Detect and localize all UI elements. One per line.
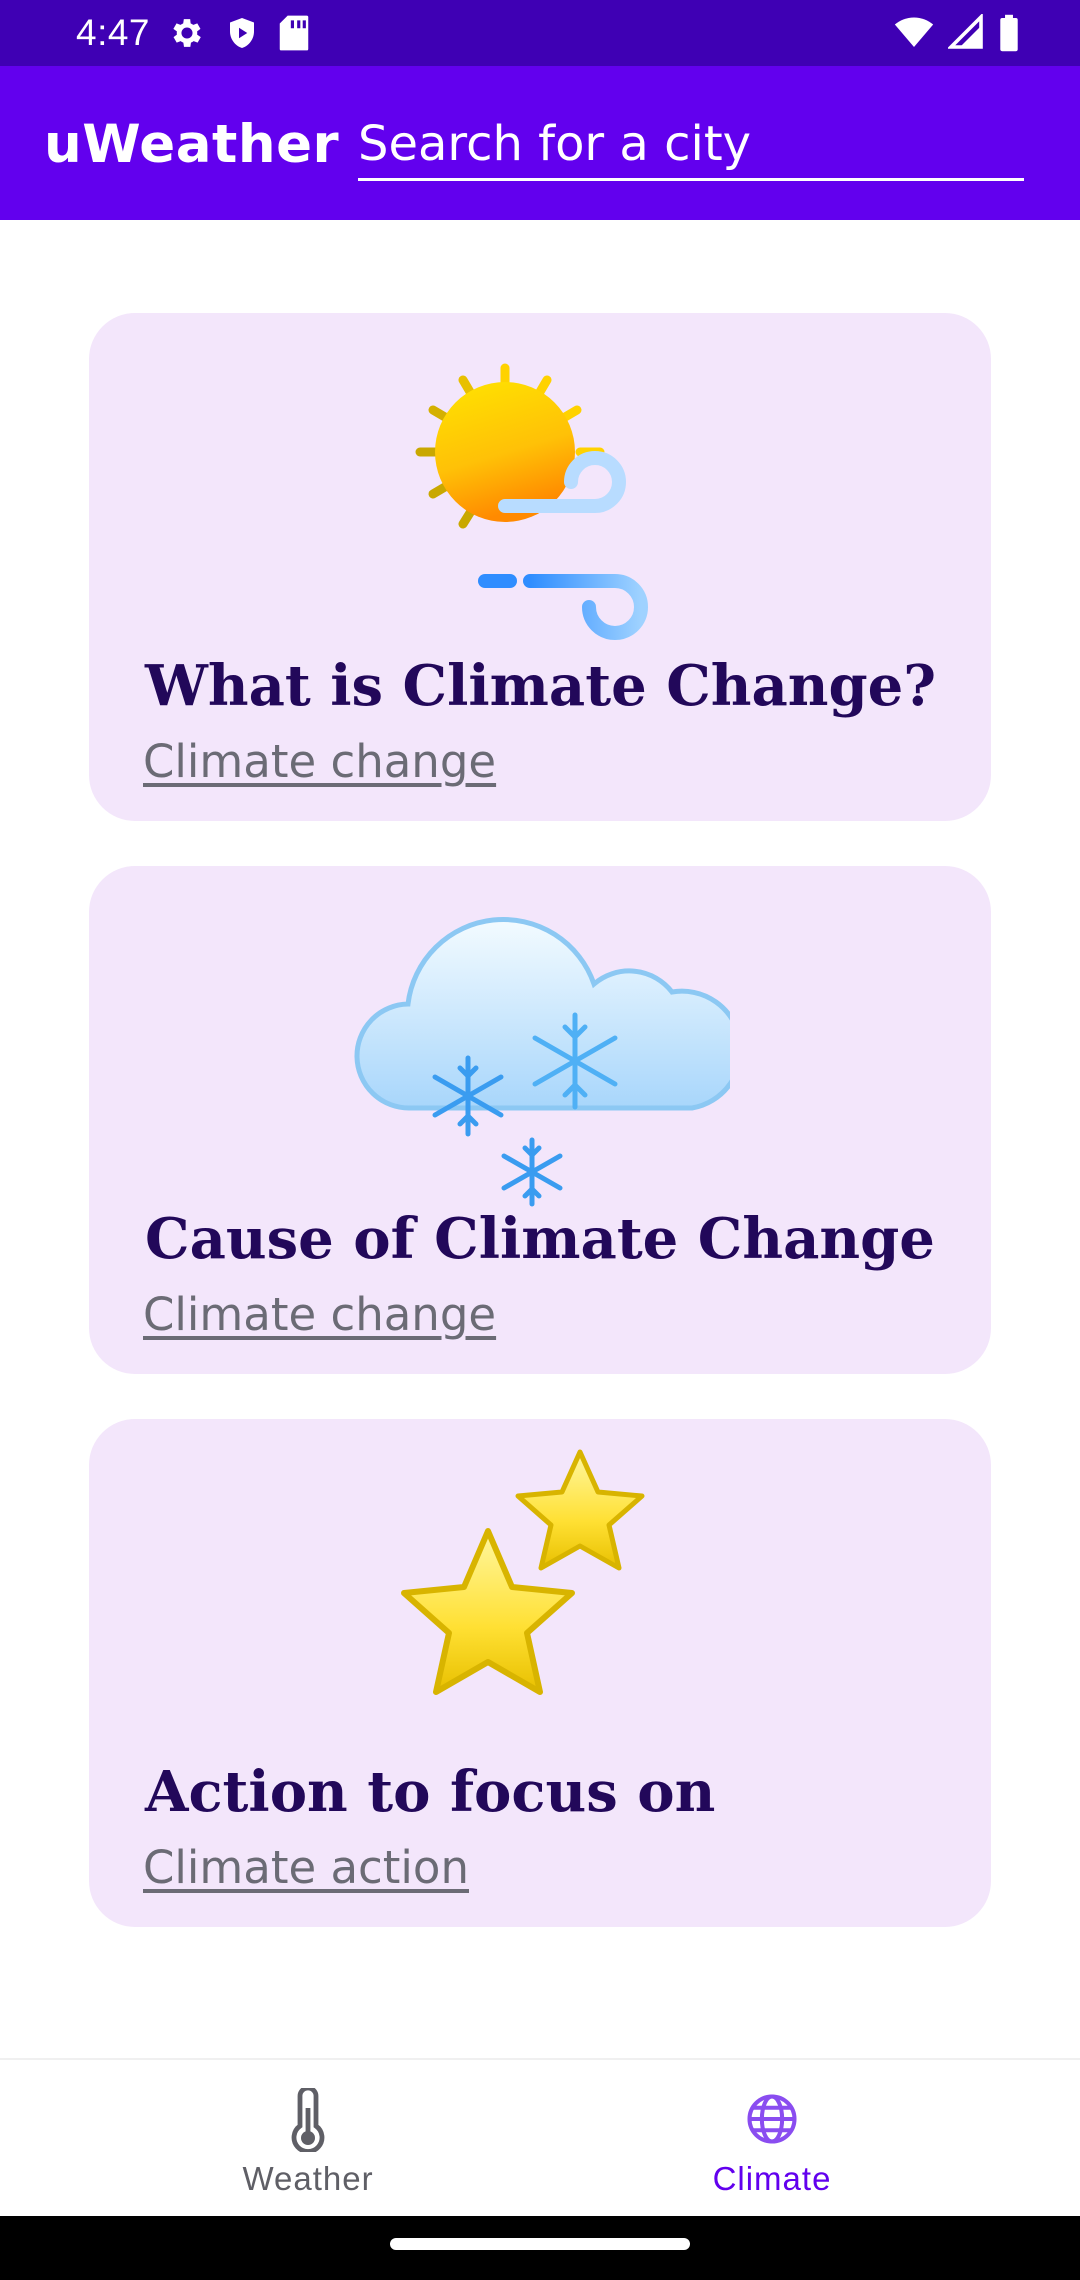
nav-label-climate: Climate — [712, 2160, 832, 2197]
gear-icon — [173, 19, 201, 47]
signal-icon — [948, 14, 983, 49]
globe-icon — [747, 2094, 797, 2144]
card-link[interactable]: Climate change — [143, 1288, 496, 1341]
nav-item-weather[interactable]: Weather — [38, 2060, 578, 2218]
thermometer-icon — [291, 2088, 325, 2152]
card-title: Action to focus on — [145, 1759, 716, 1825]
gesture-navigation-bar — [0, 2216, 1080, 2280]
sd-card-icon — [279, 15, 309, 51]
home-gesture-handle[interactable] — [390, 2238, 690, 2250]
wifi-icon — [894, 17, 934, 47]
card-cause-of-climate-change[interactable]: Cause of Climate Change Climate change — [89, 866, 991, 1374]
status-bar: 4:47 — [0, 0, 1080, 66]
card-art — [89, 1447, 991, 1737]
shield-play-icon — [230, 18, 254, 48]
status-icons-right — [894, 14, 1020, 52]
card-art — [89, 363, 991, 663]
sun-wind-icon — [415, 363, 652, 640]
card-art — [89, 896, 991, 1216]
nav-icon-wrap — [502, 2092, 1042, 2146]
card-what-is-climate-change[interactable]: What is Climate Change? Climate change — [89, 313, 991, 821]
city-search-input[interactable] — [358, 110, 1024, 181]
card-link[interactable]: Climate change — [143, 735, 496, 788]
stars-icon — [401, 1449, 645, 1695]
card-title: Cause of Climate Change — [145, 1206, 935, 1272]
snow-cloud-icon — [354, 917, 730, 1207]
nav-icon-wrap — [38, 2088, 578, 2152]
nav-label-weather: Weather — [242, 2160, 374, 2197]
bottom-navigation: Weather Climate — [0, 2058, 1080, 2218]
app-title: uWeather — [44, 114, 340, 175]
card-action-to-focus-on[interactable]: Action to focus on Climate action — [89, 1419, 991, 1927]
app-bar: uWeather — [0, 66, 1080, 220]
status-icons-left — [168, 14, 310, 52]
battery-icon — [1000, 14, 1018, 52]
card-link[interactable]: Climate action — [143, 1841, 469, 1894]
card-title: What is Climate Change? — [145, 653, 937, 719]
status-time: 4:47 — [76, 12, 151, 53]
nav-item-climate[interactable]: Climate — [502, 2060, 1042, 2218]
